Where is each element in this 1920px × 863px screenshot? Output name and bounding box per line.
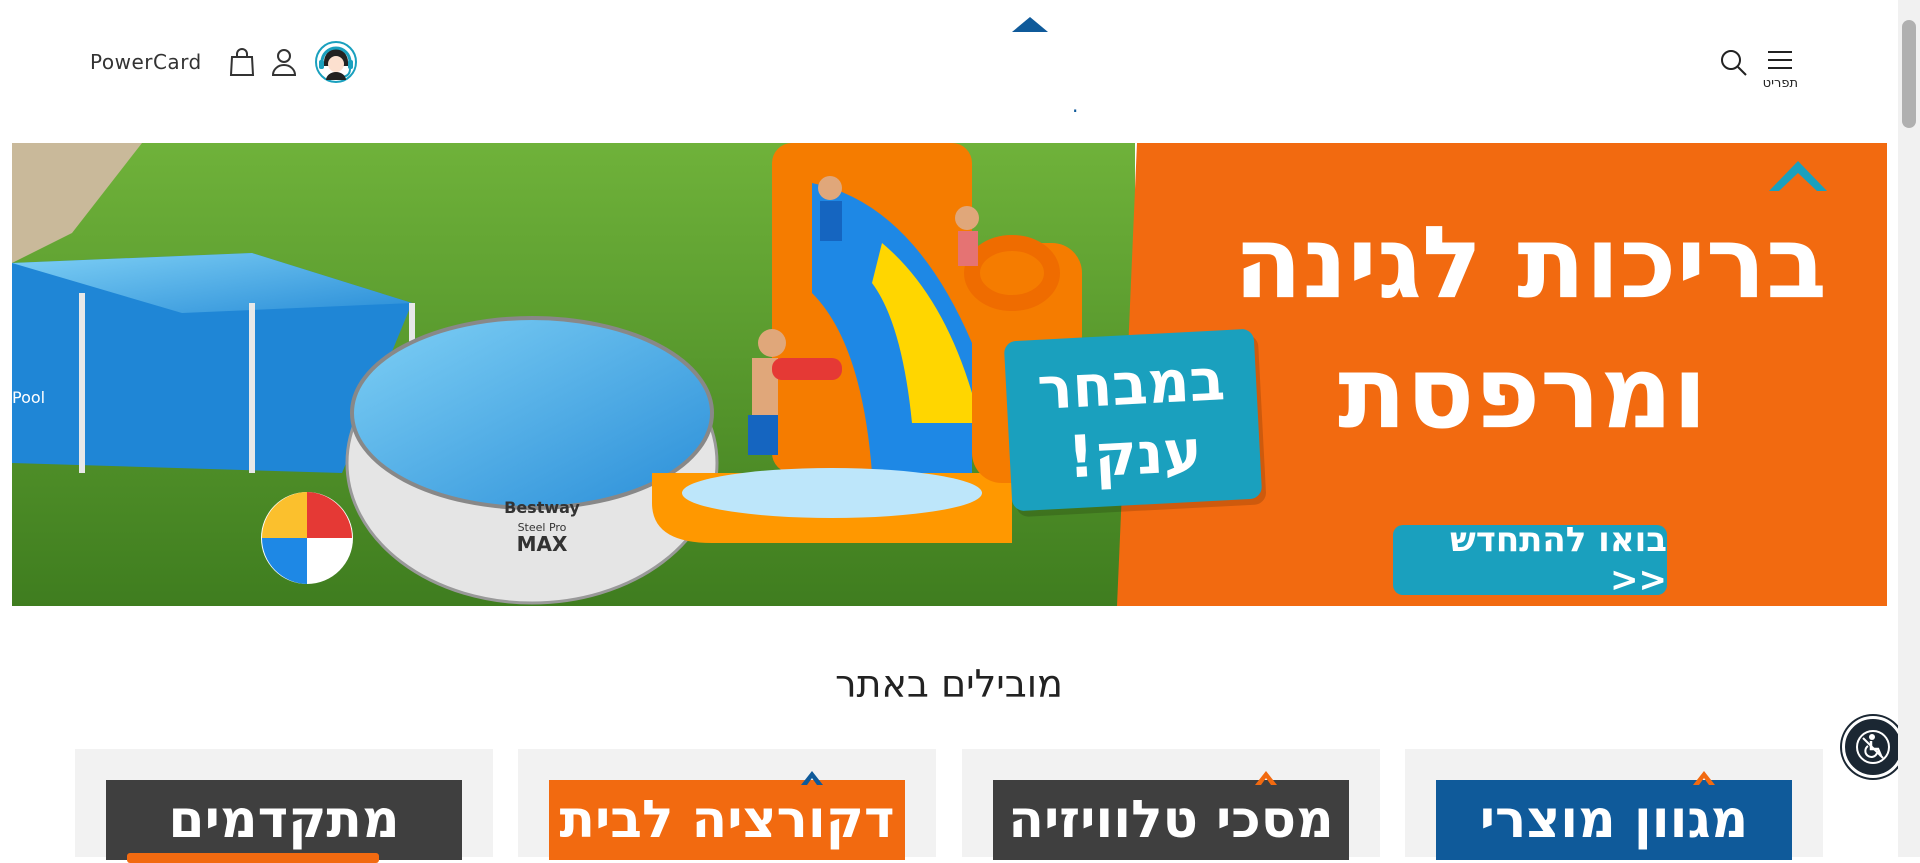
accessibility-icon [1856,730,1890,764]
header-main-nav: תפריט [1719,48,1798,91]
shopping-bag-icon[interactable] [226,46,258,78]
section-title: מובילים באתר [835,662,1063,706]
card-label: מתקדמים [106,780,462,860]
featured-card-advanced[interactable]: מתקדמים [75,749,493,863]
hero-title: בריכות לגינה ומרפסת [1207,198,1827,458]
header-utility-nav: PowerCard [90,40,368,84]
hero-title-line2: ומרפסת [1338,334,1707,451]
featured-card-decor[interactable]: דקורציה לבית [518,749,936,860]
hero-badge-line2: ענק! [1066,416,1204,492]
site-logo[interactable]: הוםסנטר הבית שלך. הפתרון שלנו. [832,14,1316,118]
featured-cards: מתקדמים דקורציה לבית מסכי טלוויזיה מגוון… [75,749,1825,863]
site-header: PowerCard הוםסנטר הבית שלך. הפתרון שלנו [0,0,1898,143]
svg-text:הוםסנטר: הוםסנטר [1076,28,1078,96]
featured-card-tv[interactable]: מסכי טלוויזיה [962,749,1380,860]
search-icon[interactable] [1719,48,1749,78]
card-label: מגוון מוצרי [1436,780,1792,860]
hero-photo-pools: Pool Bestway Steel Pro MAX [12,143,1135,606]
hero-banner[interactable]: Pool Bestway Steel Pro MAX בריכות לגינה … [12,143,1887,606]
pool-brand-text: Bestway [504,498,580,517]
hero-cta-button[interactable]: בואו להתחדש << [1393,520,1667,600]
page-scrollbar[interactable] [1898,0,1920,857]
accessibility-button[interactable] [1842,716,1904,778]
pool-model-text-2: MAX [517,532,568,556]
featured-card-variety[interactable]: מגוון מוצרי [1405,749,1823,860]
hero-badge: במבחר ענק! [1003,328,1263,512]
hero-logo-caret [1769,161,1827,191]
svg-text:הבית שלך. הפתרון שלנו.: הבית שלך. הפתרון שלנו. [1072,93,1078,117]
hero-title-line1: בריכות לגינה [1233,204,1827,321]
hamburger-menu-icon [1768,51,1793,69]
support-agent-icon[interactable] [314,40,358,84]
card-caret-icon [1255,771,1277,785]
hero-badge-line1: במבחר [1035,345,1227,423]
card-caret-icon [1693,771,1715,785]
card-label: מסכי טלוויזיה [993,780,1349,860]
card-caret-icon [801,771,823,785]
user-icon[interactable] [268,46,300,78]
card-stripe [127,853,379,863]
powercard-link[interactable]: PowerCard [90,50,202,74]
pool-side-text: Pool [12,388,45,407]
menu-label: תפריט [1762,76,1798,91]
scrollbar-thumb[interactable] [1902,20,1916,128]
menu-button[interactable]: תפריט [1763,48,1798,91]
card-label: דקורציה לבית [549,780,905,860]
